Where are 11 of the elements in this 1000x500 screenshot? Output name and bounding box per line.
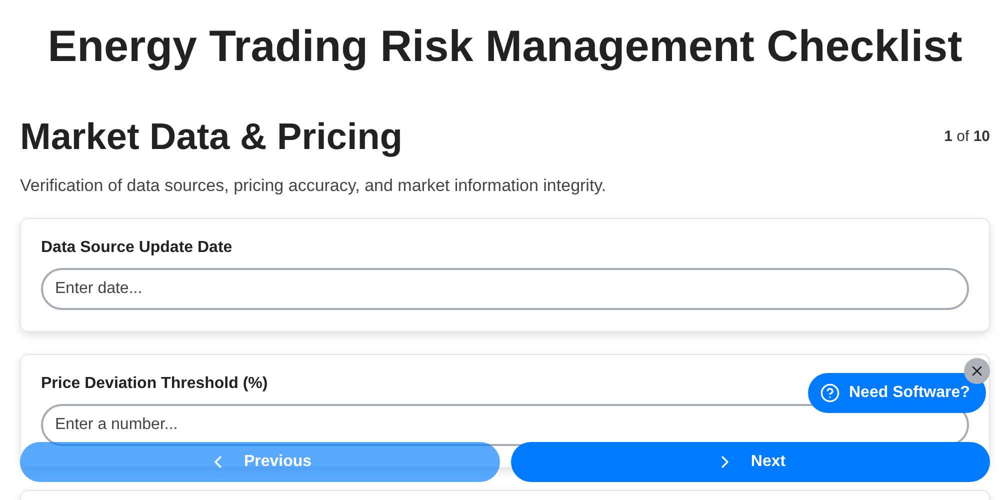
question-icon <box>820 383 840 403</box>
section-title: Market Data & Pricing <box>20 116 402 158</box>
next-button[interactable]: Next <box>510 442 990 482</box>
help-button[interactable]: Need Software? <box>808 373 986 413</box>
question-label: Data Source Update Date <box>41 239 232 257</box>
question-label: Price Deviation Threshold (%) <box>41 375 268 393</box>
step-counter: 1 of 10 <box>944 128 990 145</box>
input-field[interactable]: Enter date... <box>41 268 969 310</box>
page-title: Energy Trading Risk Management Checklist <box>46 22 964 72</box>
input-field[interactable]: Enter a number... <box>41 404 969 446</box>
section-description: Verification of data sources, pricing accuracy, and market information integrity. <box>20 176 608 196</box>
